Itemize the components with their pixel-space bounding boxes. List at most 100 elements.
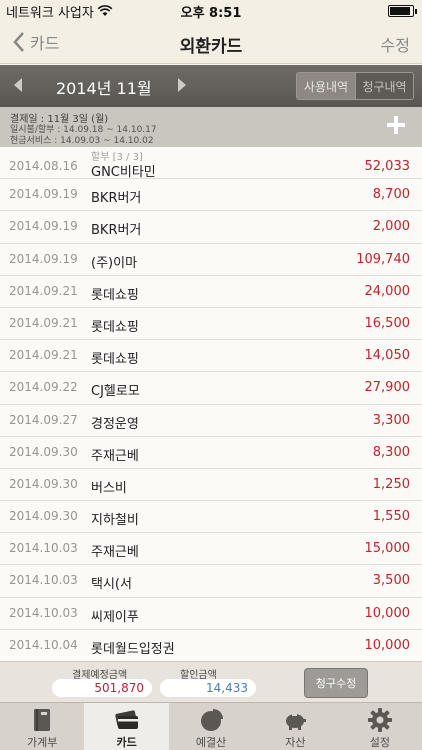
transaction-amount: 3,500 bbox=[372, 573, 410, 589]
transaction-amount: 1,250 bbox=[372, 476, 410, 492]
transaction-merchant: BKR버거 bbox=[91, 223, 142, 239]
prev-month-icon[interactable] bbox=[14, 78, 22, 92]
transaction-amount: 109,740 bbox=[356, 251, 410, 267]
tab-label: 카드 bbox=[116, 736, 137, 749]
tab-bar: 가계부 카드 예결산 자산 설정 bbox=[0, 702, 422, 750]
transaction-merchant: 주재근베 bbox=[91, 448, 139, 464]
view-segment: 사용내역 청구내역 bbox=[296, 72, 414, 100]
piggy-bank-icon bbox=[286, 714, 307, 730]
transaction-amount: 14,050 bbox=[364, 348, 411, 364]
billing-info: 결제일 : 11월 3일 (월) 일시불/할부 : 14.09.18 ~ 14.… bbox=[0, 107, 422, 147]
tab-budget[interactable]: 예결산 bbox=[169, 703, 253, 750]
transaction-amount: 10,000 bbox=[364, 605, 411, 621]
tab-label: 자산 bbox=[285, 736, 306, 749]
add-button[interactable] bbox=[386, 115, 406, 135]
expected-amount-value: 501,870 bbox=[52, 679, 152, 697]
transaction-merchant: 버스비 bbox=[91, 480, 127, 496]
tab-card[interactable]: 카드 bbox=[84, 703, 169, 750]
transaction-merchant: 경정운영 bbox=[91, 416, 139, 432]
transaction-date: 2014.09.19 bbox=[9, 219, 78, 234]
transaction-date: 2014.09.22 bbox=[9, 380, 78, 395]
transaction-amount: 27,900 bbox=[364, 380, 411, 396]
nav-bar: 카드 외환카드 수정 bbox=[0, 22, 422, 64]
card-icon bbox=[114, 710, 138, 729]
transaction-date: 2014.09.30 bbox=[9, 444, 78, 459]
transaction-row[interactable]: 2014.09.19 BKR버거 2,000 bbox=[0, 211, 422, 244]
transaction-merchant: 씨제이푸 bbox=[91, 609, 139, 625]
transaction-row[interactable]: 2014.10.03 주재근베 15,000 bbox=[0, 533, 422, 566]
tab-label: 가계부 bbox=[27, 736, 58, 749]
transaction-row[interactable]: 2014.09.19 BKR버거 8,700 bbox=[0, 179, 422, 212]
transaction-amount: 52,033 bbox=[364, 159, 411, 174]
status-bar: 네트워크 사업자 오후 8:51 bbox=[0, 0, 422, 22]
transaction-date: 2014.09.19 bbox=[9, 187, 78, 202]
transaction-date: 2014.10.03 bbox=[9, 573, 78, 588]
transaction-merchant: 택시(서 bbox=[91, 577, 132, 593]
transaction-row[interactable]: 2014.10.03 택시(서 3,500 bbox=[0, 565, 422, 598]
transaction-amount: 8,700 bbox=[372, 187, 410, 203]
cash-service-period: 현금서비스 : 14.09.03 ~ 14.10.02 bbox=[10, 136, 154, 146]
summary-bar: 결제예정금액 501,870 할인금액 14,433 청구수정 bbox=[0, 661, 422, 702]
transaction-date: 2014.10.03 bbox=[9, 605, 78, 620]
transaction-date: 2014.10.03 bbox=[9, 541, 78, 556]
page-title: 외환카드 bbox=[179, 37, 243, 57]
tab-usage-history[interactable]: 사용내역 bbox=[297, 73, 355, 99]
gear-icon bbox=[367, 708, 392, 732]
transaction-row[interactable]: 2014.09.19 (주)이마 109,740 bbox=[0, 243, 422, 276]
tab-settings[interactable]: 설정 bbox=[338, 703, 422, 750]
transaction-merchant: GNC비타민 bbox=[91, 165, 156, 180]
transaction-date: 2014.09.21 bbox=[9, 348, 78, 363]
transaction-merchant: 롯데쇼핑 bbox=[91, 319, 139, 335]
transaction-date: 2014.08.16 bbox=[9, 159, 78, 173]
transaction-row[interactable]: 2014.10.04 롯데월드입정권 10,000 bbox=[0, 629, 422, 661]
transaction-date: 2014.10.04 bbox=[9, 637, 78, 652]
transaction-row[interactable]: 2014.09.21 롯데쇼핑 24,000 bbox=[0, 275, 422, 308]
transaction-row[interactable]: 2014.10.03 씨제이푸 10,000 bbox=[0, 597, 422, 630]
transaction-merchant: 주재근베 bbox=[91, 545, 139, 561]
tab-bill-history[interactable]: 청구내역 bbox=[355, 73, 413, 99]
transaction-amount: 1,550 bbox=[372, 509, 410, 525]
transaction-date: 2014.09.21 bbox=[9, 315, 78, 330]
transaction-row[interactable]: 2014.09.21 롯데쇼핑 14,050 bbox=[0, 340, 422, 373]
transaction-list[interactable]: 2014.08.16 할부 [3 / 3] GNC비타민 52,033 2014.09.… bbox=[0, 147, 422, 661]
tab-household-ledger[interactable]: 가계부 bbox=[0, 703, 84, 750]
transaction-date: 2014.09.19 bbox=[9, 251, 78, 266]
transaction-date: 2014.09.30 bbox=[9, 509, 78, 524]
transaction-merchant: (주)이마 bbox=[91, 255, 138, 271]
transaction-amount: 24,000 bbox=[364, 283, 411, 299]
edit-button[interactable]: 수정 bbox=[381, 32, 410, 56]
discount-amount-value: 14,433 bbox=[160, 679, 256, 697]
transaction-row[interactable]: 2014.09.27 경정운영 3,300 bbox=[0, 404, 422, 437]
transaction-amount: 2,000 bbox=[372, 219, 410, 235]
transaction-merchant: 롯데쇼핑 bbox=[91, 352, 139, 368]
transaction-amount: 8,300 bbox=[372, 444, 410, 460]
book-icon bbox=[34, 709, 51, 731]
transaction-date: 2014.09.27 bbox=[9, 412, 78, 427]
battery-icon bbox=[388, 5, 417, 17]
transaction-merchant: 롯데쇼핑 bbox=[91, 287, 139, 303]
transaction-merchant: 지하철비 bbox=[91, 513, 139, 529]
transaction-row[interactable]: 2014.09.22 CJ헬로모 27,900 bbox=[0, 372, 422, 405]
transaction-row[interactable]: 2014.09.30 주재근베 8,300 bbox=[0, 436, 422, 469]
transaction-date: 2014.09.21 bbox=[9, 283, 78, 298]
transaction-amount: 16,500 bbox=[364, 315, 411, 331]
pie-chart-icon bbox=[201, 709, 224, 731]
transaction-merchant: CJ헬로모 bbox=[91, 384, 140, 400]
tab-assets[interactable]: 자산 bbox=[253, 703, 337, 750]
status-time: 오후 8:51 bbox=[180, 5, 242, 21]
transaction-amount: 15,000 bbox=[364, 541, 411, 557]
month-bar: 2014년 11월 사용내역 청구내역 bbox=[0, 65, 422, 107]
transaction-row[interactable]: 2014.09.30 버스비 1,250 bbox=[0, 468, 422, 502]
month-label: 2014년 11월 bbox=[56, 79, 152, 98]
transaction-merchant: BKR버거 bbox=[91, 191, 142, 207]
tab-label: 설정 bbox=[369, 736, 390, 749]
status-right bbox=[386, 5, 417, 17]
transaction-row[interactable]: 2014.09.21 롯데쇼핑 16,500 bbox=[0, 307, 422, 341]
transaction-row[interactable]: 2014.08.16 할부 [3 / 3] GNC비타민 52,033 bbox=[0, 147, 422, 180]
transaction-amount: 3,300 bbox=[372, 412, 410, 428]
transaction-row[interactable]: 2014.09.30 지하철비 1,550 bbox=[0, 501, 422, 534]
tab-label: 예결산 bbox=[195, 736, 227, 749]
edit-claim-button[interactable]: 청구수정 bbox=[304, 668, 368, 698]
transaction-merchant: 롯데월드입정권 bbox=[91, 641, 175, 657]
next-month-icon[interactable] bbox=[178, 78, 186, 92]
